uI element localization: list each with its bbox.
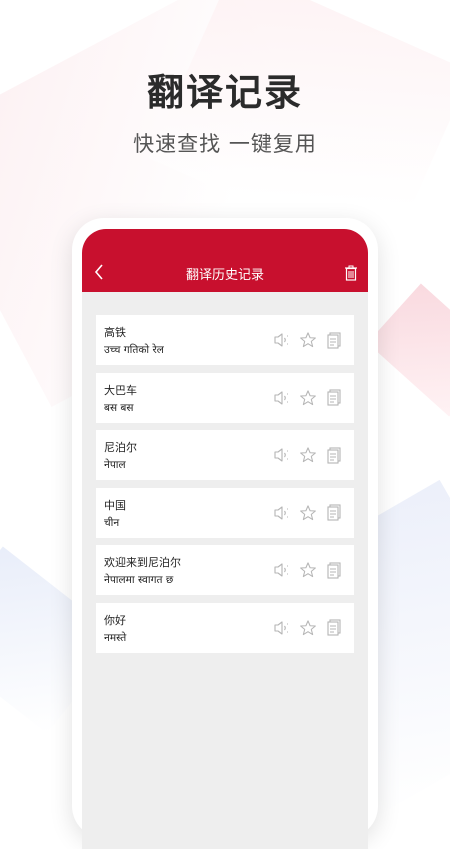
copy-icon <box>327 389 341 406</box>
copy-icon <box>327 561 341 579</box>
speak-button[interactable] <box>272 445 292 465</box>
history-item[interactable]: 中国 चीन <box>96 487 354 538</box>
speaker-icon <box>274 620 288 635</box>
source-text: 大巴车 <box>104 383 137 397</box>
favorite-button[interactable] <box>298 330 318 350</box>
source-text: 你好 <box>104 613 126 627</box>
speak-button[interactable] <box>272 560 292 580</box>
favorite-button[interactable] <box>298 503 318 523</box>
copy-button[interactable] <box>324 445 344 465</box>
phone-screen: 翻译历史记录 高铁 उच्च गतिको रेल 大巴车 बस बस 尼泊尔 न… <box>82 229 368 849</box>
translated-text: नेपाल <box>104 459 126 471</box>
favorite-button[interactable] <box>298 445 318 465</box>
translated-text: बस बस <box>104 401 134 414</box>
favorite-button[interactable] <box>298 618 318 638</box>
copy-icon <box>327 331 341 349</box>
trash-icon <box>345 265 357 281</box>
promo-subtitle: 快速查找 一键复用 <box>133 132 317 156</box>
speaker-icon <box>274 505 288 520</box>
copy-button[interactable] <box>324 388 344 408</box>
copy-icon <box>327 446 341 464</box>
promo-title: 翻译记录 <box>147 71 303 114</box>
copy-button[interactable] <box>324 618 344 638</box>
background-shape <box>367 283 450 417</box>
source-text: 尼泊尔 <box>104 441 137 454</box>
item-actions <box>266 503 344 523</box>
translated-text: नेपालमा स्वागत छ <box>104 574 174 586</box>
speaker-icon <box>274 333 288 347</box>
translated-text: चीन <box>104 516 120 529</box>
item-actions <box>266 618 344 638</box>
clear-history-button[interactable] <box>344 265 358 281</box>
page-title: 翻译历史记录 <box>185 268 264 283</box>
copy-icon <box>327 619 341 636</box>
history-item[interactable]: 尼泊尔 नेपाल <box>96 430 354 480</box>
speak-button[interactable] <box>272 503 292 523</box>
speaker-icon <box>274 390 288 405</box>
source-text: 高铁 <box>104 326 126 339</box>
copy-button[interactable] <box>324 560 344 580</box>
speak-button[interactable] <box>272 618 292 638</box>
copy-button[interactable] <box>324 330 344 350</box>
speaker-icon <box>274 563 288 577</box>
copy-icon <box>327 504 341 521</box>
item-actions <box>266 388 344 408</box>
history-item[interactable]: 高铁 उच्च गतिको रेल <box>96 315 354 365</box>
source-text: 欢迎来到尼泊尔 <box>104 556 181 569</box>
speak-button[interactable] <box>272 330 292 350</box>
star-icon <box>300 332 316 348</box>
item-actions <box>266 445 344 465</box>
star-icon <box>300 447 316 463</box>
history-list: 高铁 उच्च गतिको रेल 大巴车 बस बस 尼泊尔 नेपाल 中国… <box>96 315 354 660</box>
speak-button[interactable] <box>272 388 292 408</box>
phone-frame: 翻译历史记录 高铁 उच्च गतिको रेल 大巴车 बस बस 尼泊尔 न… <box>72 218 378 849</box>
history-item[interactable]: 大巴车 बस बस <box>96 372 354 423</box>
favorite-button[interactable] <box>298 560 318 580</box>
star-icon <box>300 389 316 405</box>
copy-button[interactable] <box>324 503 344 523</box>
star-icon <box>300 619 316 635</box>
star-icon <box>300 562 316 578</box>
history-item[interactable]: 欢迎来到尼泊尔 नेपालमा स्वागत छ <box>96 545 354 595</box>
translated-text: नमस्ते <box>104 631 127 644</box>
source-text: 中国 <box>104 498 126 512</box>
item-actions <box>266 330 344 350</box>
favorite-button[interactable] <box>298 388 318 408</box>
history-item[interactable]: 你好 नमस्ते <box>96 602 354 653</box>
speaker-icon <box>274 448 288 462</box>
translated-text: उच्च गतिको रेल <box>104 344 164 356</box>
item-actions <box>266 560 344 580</box>
star-icon <box>300 504 316 520</box>
app-header: 翻译历史记录 <box>82 229 368 292</box>
